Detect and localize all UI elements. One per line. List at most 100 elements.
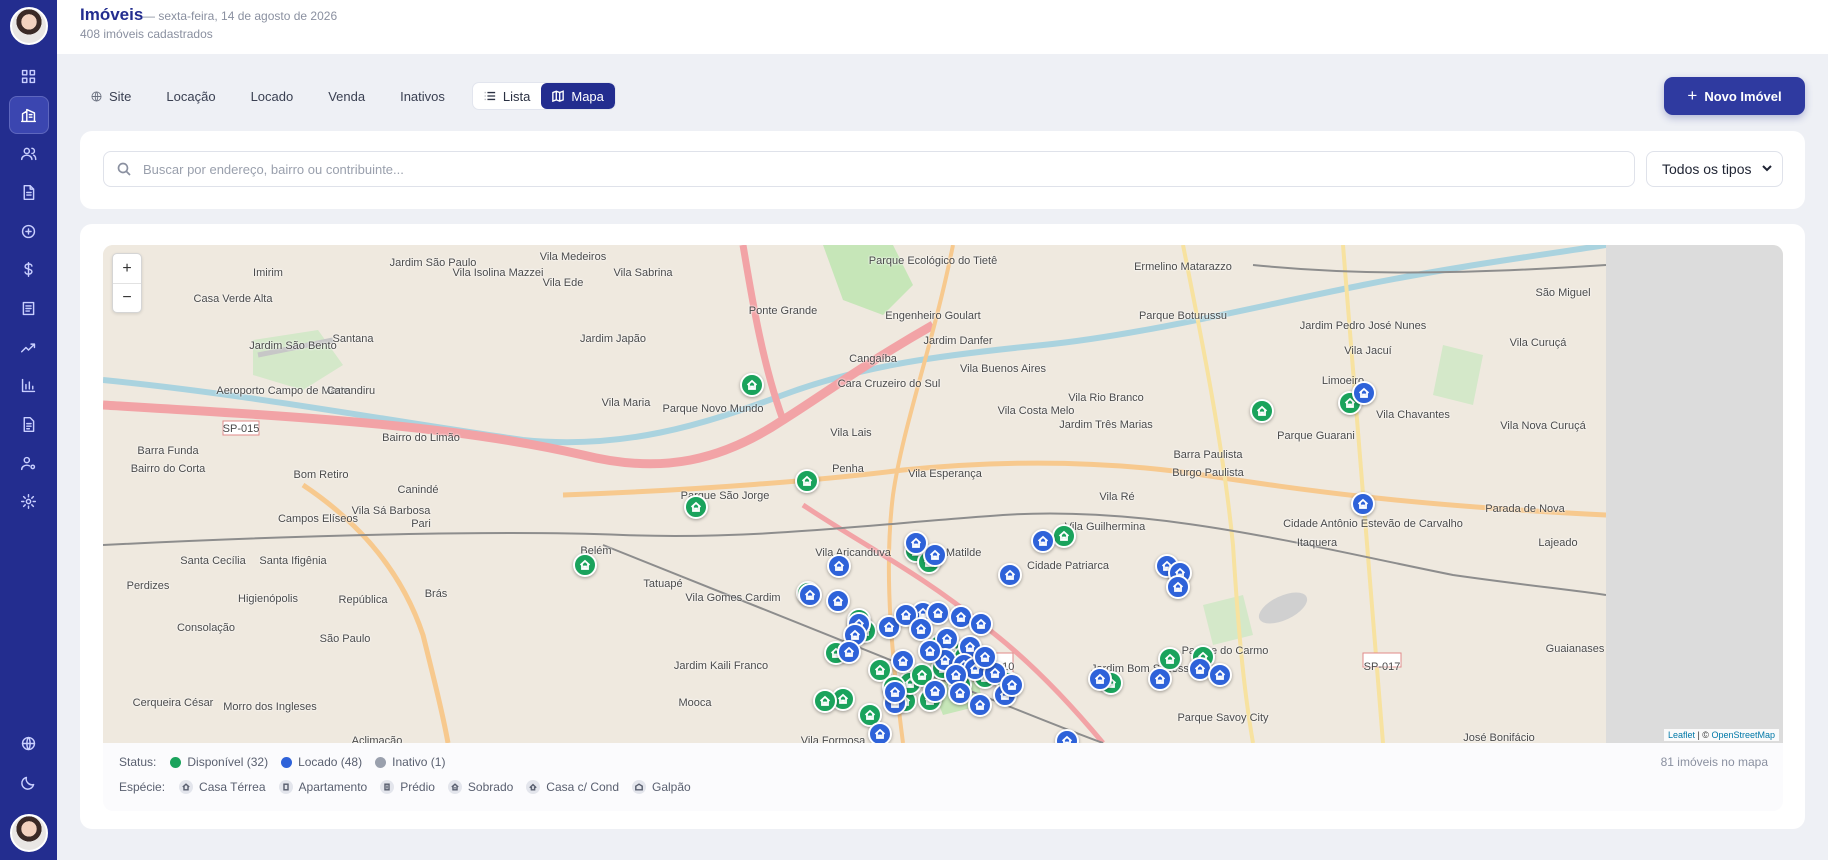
map-legend: Status: Disponível (32) Locado (48) Inat… — [103, 743, 1783, 811]
property-marker-leased[interactable] — [826, 589, 850, 613]
sidebar-item-financeiro[interactable] — [9, 250, 49, 289]
property-marker-leased[interactable] — [827, 554, 851, 578]
zoom-in-button[interactable]: + — [113, 254, 141, 283]
map-label: Parque Boturussu — [1138, 310, 1228, 322]
map-label: Vila Ré — [1099, 491, 1135, 503]
house-icon — [979, 651, 991, 662]
property-marker-leased[interactable] — [1352, 381, 1376, 405]
property-marker-leased[interactable] — [973, 645, 997, 669]
property-marker-available[interactable] — [1052, 524, 1076, 548]
property-marker-leased[interactable] — [1000, 673, 1024, 697]
map-label: São Paulo — [319, 633, 371, 645]
sidebar-item-dashboard[interactable] — [9, 57, 49, 96]
map-label: Parada de Nova — [1485, 503, 1565, 515]
tab-site-label: Site — [109, 88, 132, 104]
type-select[interactable]: Todos os tipos — [1646, 151, 1783, 187]
map-label: Vila Ede — [542, 277, 584, 289]
property-marker-leased[interactable] — [904, 531, 928, 555]
legend-species-casa-cond[interactable]: Casa c/ Cond — [526, 780, 619, 794]
property-marker-leased[interactable] — [968, 693, 992, 717]
legend-species-apartamento[interactable]: Apartamento — [278, 780, 367, 794]
map[interactable]: + − Vila Medeiros Jardim São Paulo Vila Is… — [103, 245, 1783, 743]
house-icon — [941, 633, 953, 644]
sidebar-item-configuracoes[interactable] — [9, 483, 49, 522]
search-input[interactable] — [143, 161, 1543, 177]
property-marker-leased[interactable] — [998, 563, 1022, 587]
map-label: Vila Costa Melo — [997, 405, 1075, 417]
map-label: Mooca — [678, 697, 712, 709]
sidebar-item-idioma[interactable] — [9, 725, 49, 764]
tab-locacao[interactable]: Locação — [156, 82, 225, 110]
house-icon — [916, 669, 928, 680]
property-marker-leased[interactable] — [1208, 663, 1232, 687]
view-list-button[interactable]: Lista — [473, 83, 541, 109]
property-marker-leased[interactable] — [883, 680, 907, 704]
map-label: Cangaíba — [849, 353, 897, 365]
sidebar-item-usuarios[interactable] — [9, 444, 49, 483]
map-label: Santana — [332, 333, 374, 345]
sidebar-item-adicionar[interactable] — [9, 212, 49, 251]
sidebar-item-boletos[interactable] — [9, 289, 49, 328]
tab-venda[interactable]: Venda — [318, 82, 375, 110]
legend-status-leased[interactable]: Locado (48) — [281, 755, 362, 769]
legend-status-available[interactable]: Disponível (32) — [170, 755, 268, 769]
tab-locado[interactable]: Locado — [241, 82, 304, 110]
map-label: Lajeado — [1538, 537, 1578, 549]
property-marker-leased[interactable] — [798, 583, 822, 607]
attribution-osm-link[interactable]: OpenStreetMap — [1711, 730, 1775, 740]
map-label: Carandiru — [326, 385, 376, 397]
property-marker-available[interactable] — [813, 689, 837, 713]
view-map-button[interactable]: Mapa — [541, 83, 615, 109]
avatar[interactable] — [9, 7, 48, 45]
sidebar-item-tendencias[interactable] — [9, 328, 49, 367]
plus-circle-icon — [21, 224, 36, 238]
map-label: Cara Cruzeiro do Sul — [837, 378, 941, 390]
property-marker-leased[interactable] — [1088, 667, 1112, 691]
property-marker-leased[interactable] — [1031, 529, 1055, 553]
attribution-leaflet-link[interactable]: Leaflet — [1668, 730, 1695, 740]
legend-status-inactive[interactable]: Inativo (1) — [375, 755, 445, 769]
property-marker-leased[interactable] — [1166, 575, 1190, 599]
sidebar-item-imoveis[interactable] — [8, 95, 49, 135]
property-marker-leased[interactable] — [1148, 667, 1172, 691]
sidebar-item-contratos[interactable] — [9, 173, 49, 212]
property-marker-leased[interactable] — [969, 612, 993, 636]
house-icon — [746, 379, 758, 390]
page-subtitle: 408 imóveis cadastrados — [80, 27, 213, 41]
legend-species-casa-terrea[interactable]: Casa Térrea — [179, 780, 266, 794]
property-marker-leased[interactable] — [909, 617, 933, 641]
property-marker-leased[interactable] — [1351, 492, 1375, 516]
property-marker-leased[interactable] — [837, 640, 861, 664]
house-icon — [864, 709, 876, 720]
property-marker-available[interactable] — [740, 373, 764, 397]
zoom-out-button[interactable]: − — [113, 283, 141, 312]
inactive-dot-icon — [375, 756, 387, 768]
legend-species-sobrado[interactable]: Sobrado — [447, 780, 513, 794]
property-marker-available[interactable] — [795, 469, 819, 493]
house-icon — [883, 621, 895, 632]
property-marker-leased[interactable] — [923, 679, 947, 703]
legend-species-row: Espécie: Casa Térrea Apartamento Prédio … — [119, 780, 704, 794]
property-marker-leased[interactable] — [918, 639, 942, 663]
property-marker-leased[interactable] — [868, 722, 892, 743]
map-unloaded-area — [1606, 245, 1783, 743]
property-marker-available[interactable] — [1250, 399, 1274, 423]
map-icon — [552, 90, 565, 102]
legend-species-galpao[interactable]: Galpão — [632, 780, 691, 794]
map-label: Barra Funda — [137, 445, 199, 457]
sidebar-item-documentos[interactable] — [9, 405, 49, 444]
property-marker-available[interactable] — [573, 553, 597, 577]
map-label: Parque Novo Mundo — [662, 403, 764, 415]
document-icon — [23, 184, 35, 200]
sidebar-item-relatorios[interactable] — [9, 367, 49, 406]
tab-site[interactable]: Site — [80, 82, 141, 110]
user-avatar[interactable] — [9, 814, 48, 852]
tab-inativos[interactable]: Inativos — [390, 82, 455, 110]
property-marker-leased[interactable] — [891, 649, 915, 673]
legend-species-predio[interactable]: Prédio — [380, 780, 435, 794]
sidebar-item-tema[interactable] — [9, 763, 49, 802]
user-gear-icon — [20, 456, 36, 470]
property-marker-available[interactable] — [684, 495, 708, 519]
sidebar-item-pessoas[interactable] — [9, 134, 49, 173]
new-property-button[interactable]: + Novo Imóvel — [1664, 77, 1805, 115]
